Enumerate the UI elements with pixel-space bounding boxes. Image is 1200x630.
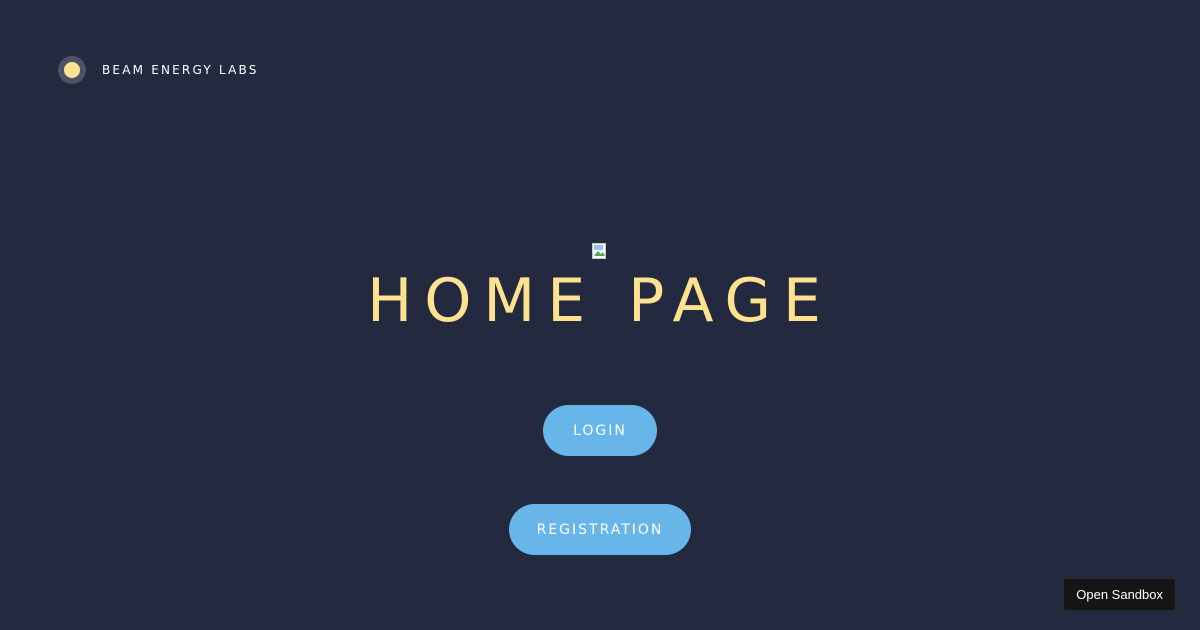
brand[interactable]: BEAM ENERGY LABS [58, 56, 259, 84]
open-sandbox-button[interactable]: Open Sandbox [1063, 578, 1176, 611]
login-button[interactable]: LOGIN [543, 405, 657, 456]
broken-image-icon [592, 243, 606, 259]
logo-dot [64, 62, 80, 78]
registration-button[interactable]: REGISTRATION [509, 504, 691, 555]
page-title: HOME PAGE [367, 266, 833, 336]
brand-name: BEAM ENERGY LABS [102, 63, 259, 77]
logo-icon [58, 56, 86, 84]
home-page: BEAM ENERGY LABS HOME PAGE LOGIN REGISTR… [0, 0, 1200, 630]
